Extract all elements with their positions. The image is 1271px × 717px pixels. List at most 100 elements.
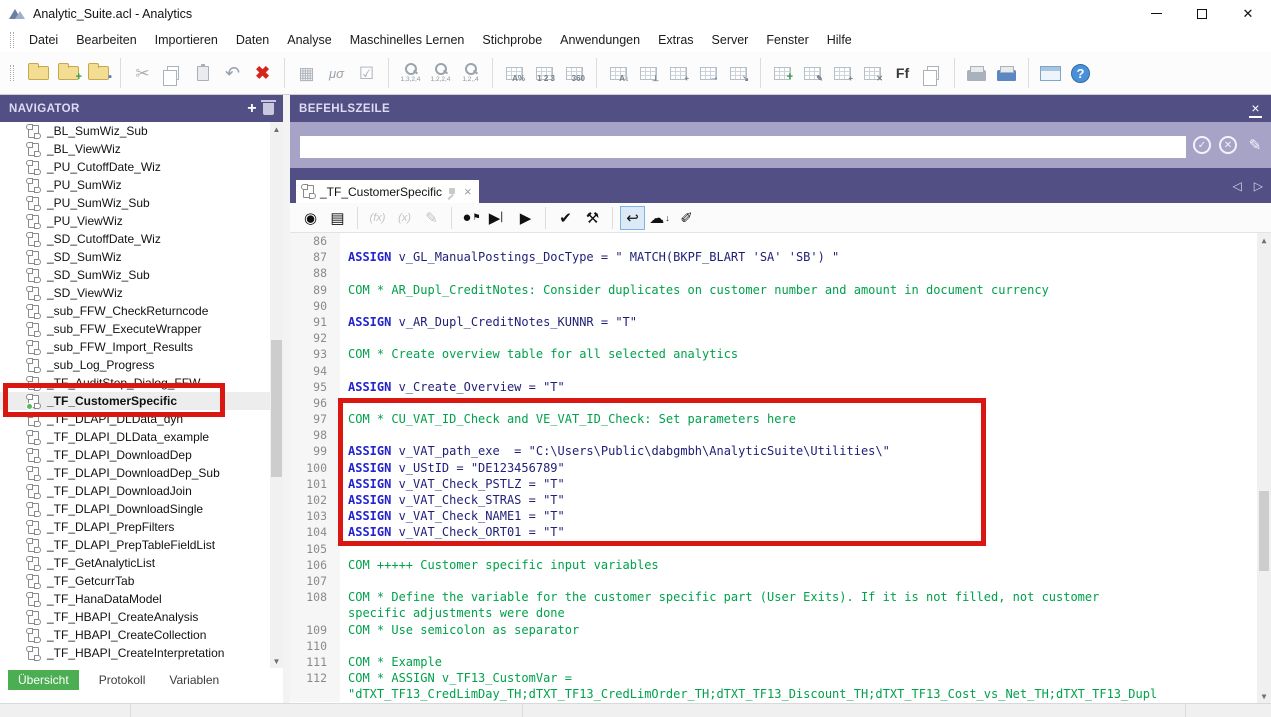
menu-item-stichprobe[interactable]: Stichprobe — [473, 29, 551, 51]
new-project-icon[interactable]: + — [55, 57, 82, 89]
navigator-tab-übersicht[interactable]: Übersicht — [8, 670, 79, 690]
navigator-item[interactable]: _TF_HanaDataModel — [0, 590, 283, 608]
statistics-icon[interactable]: μσ — [323, 57, 350, 89]
add-item-icon[interactable]: + — [247, 101, 257, 117]
insert-variable-icon[interactable]: (x) — [392, 206, 417, 230]
tab-close-icon[interactable]: × — [464, 185, 472, 198]
scrollbar-thumb[interactable] — [1259, 491, 1269, 571]
scrollbar-thumb[interactable] — [271, 340, 282, 477]
minimize-button[interactable] — [1133, 0, 1179, 27]
navigator-item[interactable]: _TF_DLAPI_PrepFilters — [0, 518, 283, 536]
print-icon[interactable] — [993, 57, 1020, 89]
menu-item-importieren[interactable]: Importieren — [146, 29, 227, 51]
cut-icon[interactable]: ✂ — [129, 57, 156, 89]
classify-icon[interactable]: A% — [501, 57, 528, 89]
navigator-item[interactable]: _TF_AuditStep_Dialog_FFW — [0, 374, 283, 392]
run-analytic-icon[interactable]: ⚒ — [580, 206, 605, 230]
step-icon[interactable]: ▶▏ — [486, 206, 511, 230]
menu-item-server[interactable]: Server — [703, 29, 758, 51]
navigator-item[interactable]: _TF_HBAPI_CreateCollection — [0, 626, 283, 644]
maximize-button[interactable] — [1179, 0, 1225, 27]
script-editor[interactable]: 8687ASSIGN v_GL_ManualPostings_DocType =… — [290, 233, 1271, 703]
commit-scripts-icon[interactable]: ☁↓ — [647, 206, 672, 230]
navigator-scrollbar[interactable]: ▲ ▼ — [270, 122, 283, 668]
navigator-item[interactable]: _PU_CutoffDate_Wiz — [0, 158, 283, 176]
print-preview-icon[interactable] — [963, 57, 990, 89]
dialog-builder-icon[interactable]: ▤ — [325, 206, 350, 230]
navigator-item[interactable]: _TF_HBAPI_CreateAnalysis — [0, 608, 283, 626]
navigator-item[interactable]: _TF_DLAPI_DownloadJoin — [0, 482, 283, 500]
tab-scroll-left-icon[interactable]: ◁ — [1233, 179, 1242, 193]
menu-item-bearbeiten[interactable]: Bearbeiten — [67, 29, 145, 51]
scroll-down-icon[interactable]: ▼ — [270, 654, 283, 668]
close-button[interactable]: ✕ — [1225, 0, 1271, 27]
menu-item-maschinelles-lernen[interactable]: Maschinelles Lernen — [341, 29, 474, 51]
sort-icon[interactable]: A↓ — [605, 57, 632, 89]
insert-function-icon[interactable]: (fx) — [365, 206, 390, 230]
navigator-item[interactable]: _TF_HBAPI_CreateInterpretation — [0, 644, 283, 662]
scroll-up-icon[interactable]: ▲ — [270, 122, 283, 136]
copy-view-icon[interactable] — [919, 57, 946, 89]
count-records-icon[interactable]: ▦ — [293, 57, 320, 89]
paste-icon[interactable] — [189, 57, 216, 89]
open-project-icon[interactable] — [25, 57, 52, 89]
navigator-item[interactable]: _TF_DLAPI_DownloadDep_Sub — [0, 464, 283, 482]
navigator-item[interactable]: _TF_DLAPI_DLData_example — [0, 428, 283, 446]
record-script-icon[interactable]: ◉ — [298, 206, 323, 230]
menu-item-anwendungen[interactable]: Anwendungen — [551, 29, 649, 51]
navigator-tab-variablen[interactable]: Variablen — [165, 670, 223, 690]
options-icon[interactable] — [1037, 57, 1064, 89]
navigator-tab-protokoll[interactable]: Protokoll — [95, 670, 150, 690]
toggle-breakpoint-icon[interactable]: ●⚑ — [459, 206, 484, 230]
navigator-item[interactable]: _TF_GetAnalyticList — [0, 554, 283, 572]
join-tables-icon[interactable]: → — [695, 57, 722, 89]
panel-splitter[interactable] — [283, 95, 290, 703]
add-column-icon[interactable]: + — [829, 57, 856, 89]
menu-item-analyse[interactable]: Analyse — [278, 29, 340, 51]
edit-script-icon[interactable]: ✐ — [674, 206, 699, 230]
extract-data-icon[interactable]: ↘ — [725, 57, 752, 89]
look-for-fuzzy-duplicates-icon[interactable]: 1,2,2,4 — [427, 57, 454, 89]
look-for-gaps-icon[interactable]: 1,2,,4 — [457, 57, 484, 89]
cancel-command-icon[interactable]: ✕ — [1219, 136, 1237, 154]
edit-command-icon[interactable]: ✎ — [1245, 135, 1265, 155]
navigator-item[interactable]: _sub_FFW_Import_Results — [0, 338, 283, 356]
navigator-item[interactable]: _TF_CustomerSpecific — [0, 392, 270, 410]
navigator-item[interactable]: _PU_ViewWiz — [0, 212, 283, 230]
navigator-item[interactable]: _TF_DLAPI_DownloadDep — [0, 446, 283, 464]
menu-item-hilfe[interactable]: Hilfe — [818, 29, 861, 51]
run-icon[interactable]: ▶ — [513, 206, 538, 230]
pin-icon[interactable] — [448, 187, 458, 197]
close-panel-icon[interactable]: × — [1249, 100, 1262, 118]
navigator-item[interactable]: _PU_SumWiz — [0, 176, 283, 194]
help-icon[interactable]: ? — [1067, 57, 1094, 89]
scroll-down-icon[interactable]: ▼ — [1257, 689, 1271, 703]
scroll-up-icon[interactable]: ▲ — [1257, 233, 1271, 247]
menu-item-extras[interactable]: Extras — [649, 29, 702, 51]
navigator-item[interactable]: _SD_SumWiz — [0, 248, 283, 266]
save-project-icon[interactable]: ▪ — [85, 57, 112, 89]
delete-item-icon[interactable] — [263, 103, 274, 115]
navigator-item[interactable]: _TF_DLAPI_DLData_dyn — [0, 410, 283, 428]
copy-icon[interactable] — [159, 57, 186, 89]
editor-scrollbar[interactable]: ▲ ▼ — [1257, 233, 1271, 703]
syntax-check-icon[interactable]: ✔ — [553, 206, 578, 230]
edit-selection-icon[interactable]: ✎ — [419, 206, 444, 230]
new-table-icon[interactable]: + — [769, 57, 796, 89]
summarize-icon[interactable]: ⊥ — [635, 57, 662, 89]
navigator-item[interactable]: _BL_ViewWiz — [0, 140, 283, 158]
tab-scroll-right-icon[interactable]: ▷ — [1254, 179, 1263, 193]
command-input[interactable] — [300, 136, 1186, 158]
accept-command-icon[interactable]: ✓ — [1193, 136, 1211, 154]
navigator-item[interactable]: _TF_DLAPI_DownloadSingle — [0, 500, 283, 518]
verify-icon[interactable]: ☑ — [353, 57, 380, 89]
look-for-duplicates-icon[interactable]: 1,3,2,4 — [397, 57, 424, 89]
wrap-lines-icon[interactable]: ↩ — [620, 206, 645, 230]
navigator-item[interactable]: _SD_SumWiz_Sub — [0, 266, 283, 284]
delete-icon[interactable]: ✖ — [249, 57, 276, 89]
navigator-item[interactable]: _PU_SumWiz_Sub — [0, 194, 283, 212]
stratify-icon[interactable]: 1 2 3 — [531, 57, 558, 89]
undo-icon[interactable]: ↶ — [219, 57, 246, 89]
navigator-item[interactable]: _SD_ViewWiz — [0, 284, 283, 302]
cross-tabulate-icon[interactable]: + — [665, 57, 692, 89]
